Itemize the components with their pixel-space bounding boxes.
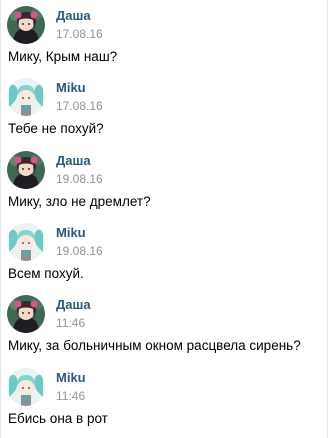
message-author-link[interactable]: Miku: [56, 370, 86, 385]
message-text: Мику, Крым наш?: [8, 49, 118, 64]
chat-history: Даша 17.08.16 Мику, Крым наш? Miku 17.08…: [0, 0, 328, 438]
message-timestamp: 17.08.16: [56, 99, 103, 113]
message-text: Мику, за больничным окном расцвела сирен…: [8, 338, 301, 353]
miku-avatar-icon[interactable]: [7, 223, 45, 261]
miku-avatar-icon[interactable]: [7, 368, 45, 406]
message-text: Всем похуй.: [8, 266, 84, 281]
message-item: Даша 11:46 Мику, за больничным окном рас…: [1, 289, 327, 361]
message-timestamp: 11:46: [56, 389, 86, 403]
message-item: Miku 19.08.16 Всем похуй.: [1, 217, 327, 289]
message-timestamp: 11:46: [56, 316, 86, 330]
message-author-link[interactable]: Даша: [56, 153, 91, 168]
dasha-avatar-icon[interactable]: [7, 295, 45, 333]
dasha-avatar-icon[interactable]: [7, 151, 45, 189]
miku-avatar-icon[interactable]: [7, 78, 45, 116]
dasha-avatar-icon[interactable]: [7, 6, 45, 44]
message-timestamp: 17.08.16: [56, 27, 103, 41]
message-item: Даша 17.08.16 Мику, Крым наш?: [1, 0, 327, 72]
message-author-link[interactable]: Miku: [56, 80, 86, 95]
message-text: Тебе не похуй?: [8, 121, 104, 136]
message-item: Даша 19.08.16 Мику, зло не дремлет?: [1, 145, 327, 217]
message-text: Ебись она в рот: [8, 411, 108, 426]
message-text: Мику, зло не дремлет?: [8, 194, 151, 209]
message-item: Miku 11:46 Ебись она в рот: [1, 362, 327, 434]
message-item: Miku 17.08.16 Тебе не похуй?: [1, 72, 327, 144]
message-author-link[interactable]: Miku: [56, 225, 86, 240]
message-author-link[interactable]: Даша: [56, 297, 91, 312]
message-timestamp: 19.08.16: [56, 244, 103, 258]
message-timestamp: 19.08.16: [56, 172, 103, 186]
message-author-link[interactable]: Даша: [56, 8, 91, 23]
